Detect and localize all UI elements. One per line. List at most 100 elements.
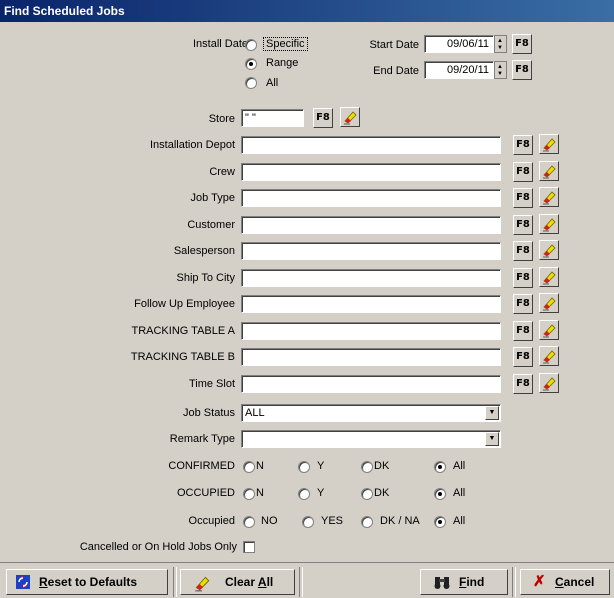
chevron-down-icon[interactable]: ▼ xyxy=(485,432,499,446)
end-date-lookup-button[interactable]: F8 xyxy=(512,60,532,80)
ship-to-city-clear-button[interactable] xyxy=(539,266,559,287)
cancel-label: ancel xyxy=(563,575,595,589)
find-scheduled-jobs-panel: Install Date Specific Range All Start Da… xyxy=(0,22,614,562)
time-slot-clear-button[interactable] xyxy=(539,372,559,393)
tracking-table-b-input[interactable] xyxy=(241,348,501,366)
end-date-label: End Date xyxy=(373,65,419,77)
follow-up-employee-input[interactable] xyxy=(241,295,501,313)
close-icon: ✗ xyxy=(533,573,546,590)
cancel-button[interactable]: ✗ Cancel xyxy=(520,569,610,595)
occupied-caps-dk-radio[interactable] xyxy=(361,488,373,500)
occupied-caps-y-label: Y xyxy=(317,487,325,499)
tracking-table-a-input[interactable] xyxy=(241,321,501,340)
eraser-icon xyxy=(543,191,556,205)
remark-type-label: Remark Type xyxy=(169,433,235,445)
installation-depot-lookup-button[interactable]: F8 xyxy=(513,135,533,155)
confirmed-y-label: Y xyxy=(317,460,325,472)
install-date-label: Install Date xyxy=(192,38,248,50)
install-date-range-radio[interactable] xyxy=(245,58,257,70)
install-date-all-radio[interactable] xyxy=(245,77,257,89)
job-type-clear-button[interactable] xyxy=(539,187,559,207)
start-date-label: Start Date xyxy=(369,39,419,51)
tracking-table-b-label: TRACKING TABLE B xyxy=(130,351,235,363)
follow-up-employee-clear-button[interactable] xyxy=(539,293,559,313)
eraser-icon xyxy=(195,576,210,592)
confirmed-y-radio[interactable] xyxy=(298,461,310,473)
start-date-spinner[interactable]: ▲ ▼ xyxy=(494,35,507,53)
ship-to-city-lookup-button[interactable]: F8 xyxy=(513,267,533,288)
store-input[interactable]: " " xyxy=(241,109,304,127)
occupied-caps-n-radio[interactable] xyxy=(243,488,255,500)
tracking-table-b-lookup-button[interactable]: F8 xyxy=(513,347,533,367)
tracking-table-a-clear-button[interactable] xyxy=(539,319,559,340)
eraser-icon xyxy=(543,323,556,337)
occupied-yes-label: YES xyxy=(321,515,344,527)
confirmed-n-radio[interactable] xyxy=(243,461,255,473)
time-slot-label: Time Slot xyxy=(188,377,235,390)
occupied-no-radio[interactable] xyxy=(243,516,255,528)
crew-label: Crew xyxy=(209,165,235,178)
find-label: ind xyxy=(466,575,485,589)
clear-all-button[interactable]: Clear All xyxy=(180,569,295,595)
customer-clear-button[interactable] xyxy=(539,213,559,234)
confirmed-dk-radio[interactable] xyxy=(361,461,373,473)
occupied-caps-y-radio[interactable] xyxy=(298,488,310,500)
occupied-yes-radio[interactable] xyxy=(302,516,314,528)
store-lookup-button[interactable]: F8 xyxy=(313,108,333,128)
job-type-input[interactable] xyxy=(241,189,501,207)
start-date-lookup-button[interactable]: F8 xyxy=(512,34,532,54)
follow-up-employee-lookup-button[interactable]: F8 xyxy=(513,294,533,314)
chevron-down-icon[interactable]: ▼ xyxy=(485,406,499,420)
cancelled-checkbox[interactable] xyxy=(243,541,255,553)
tracking-table-a-lookup-button[interactable]: F8 xyxy=(513,320,533,341)
reset-to-defaults-button[interactable]: Reset to Defaults xyxy=(6,569,168,595)
salesperson-lookup-button[interactable]: F8 xyxy=(513,241,533,261)
occupied-dkna-radio[interactable] xyxy=(361,516,373,528)
end-date-spinner[interactable]: ▲ ▼ xyxy=(494,61,507,79)
clear-label-end: ll xyxy=(266,575,274,589)
end-date-input[interactable]: 09/20/11 xyxy=(424,61,494,79)
customer-lookup-button[interactable]: F8 xyxy=(513,214,533,235)
install-date-specific-radio[interactable] xyxy=(245,39,257,51)
reset-label: eset to Defaults xyxy=(47,575,138,589)
start-date-input[interactable]: 09/06/11 xyxy=(424,35,494,53)
clear-mnemonic: A xyxy=(257,575,267,589)
salesperson-input[interactable] xyxy=(241,242,501,260)
find-button[interactable]: Find xyxy=(420,569,508,595)
eraser-icon xyxy=(543,350,556,364)
installation-depot-input[interactable] xyxy=(241,136,501,154)
tracking-table-b-clear-button[interactable] xyxy=(539,346,559,366)
customer-label: Customer xyxy=(187,218,235,231)
eraser-icon xyxy=(543,297,556,311)
toolbar-separator xyxy=(173,567,177,597)
job-status-value: ALL xyxy=(245,407,265,419)
job-status-select[interactable]: ALL ▼ xyxy=(241,404,501,422)
occupied-caps-label: OCCUPIED xyxy=(176,487,235,499)
tracking-table-a-label: TRACKING TABLE A xyxy=(131,324,235,337)
occupied-all-radio[interactable] xyxy=(434,516,446,528)
crew-lookup-button[interactable]: F8 xyxy=(513,161,533,182)
occupied-all-label: All xyxy=(453,515,466,527)
confirmed-label: CONFIRMED xyxy=(168,460,235,472)
cancel-mnemonic: C xyxy=(555,575,564,589)
remark-type-select[interactable]: ▼ xyxy=(241,430,501,448)
confirmed-all-radio[interactable] xyxy=(434,461,446,473)
customer-input[interactable] xyxy=(241,215,501,234)
eraser-icon xyxy=(543,376,556,390)
ship-to-city-input[interactable] xyxy=(241,268,501,287)
crew-input[interactable] xyxy=(241,162,501,181)
time-slot-lookup-button[interactable]: F8 xyxy=(513,373,533,394)
occupied-caps-n-label: N xyxy=(256,487,264,499)
store-clear-button[interactable] xyxy=(340,107,360,127)
confirmed-all-label: All xyxy=(453,460,466,472)
eraser-icon xyxy=(543,138,556,152)
follow-up-employee-label: Follow Up Employee xyxy=(134,298,235,310)
job-type-lookup-button[interactable]: F8 xyxy=(513,188,533,208)
installation-depot-clear-button[interactable] xyxy=(539,134,559,154)
reset-mnemonic: R xyxy=(39,575,48,589)
occupied-caps-all-radio[interactable] xyxy=(434,488,446,500)
crew-clear-button[interactable] xyxy=(539,160,559,181)
eraser-icon xyxy=(344,111,357,125)
time-slot-input[interactable] xyxy=(241,374,501,393)
salesperson-clear-button[interactable] xyxy=(539,240,559,260)
